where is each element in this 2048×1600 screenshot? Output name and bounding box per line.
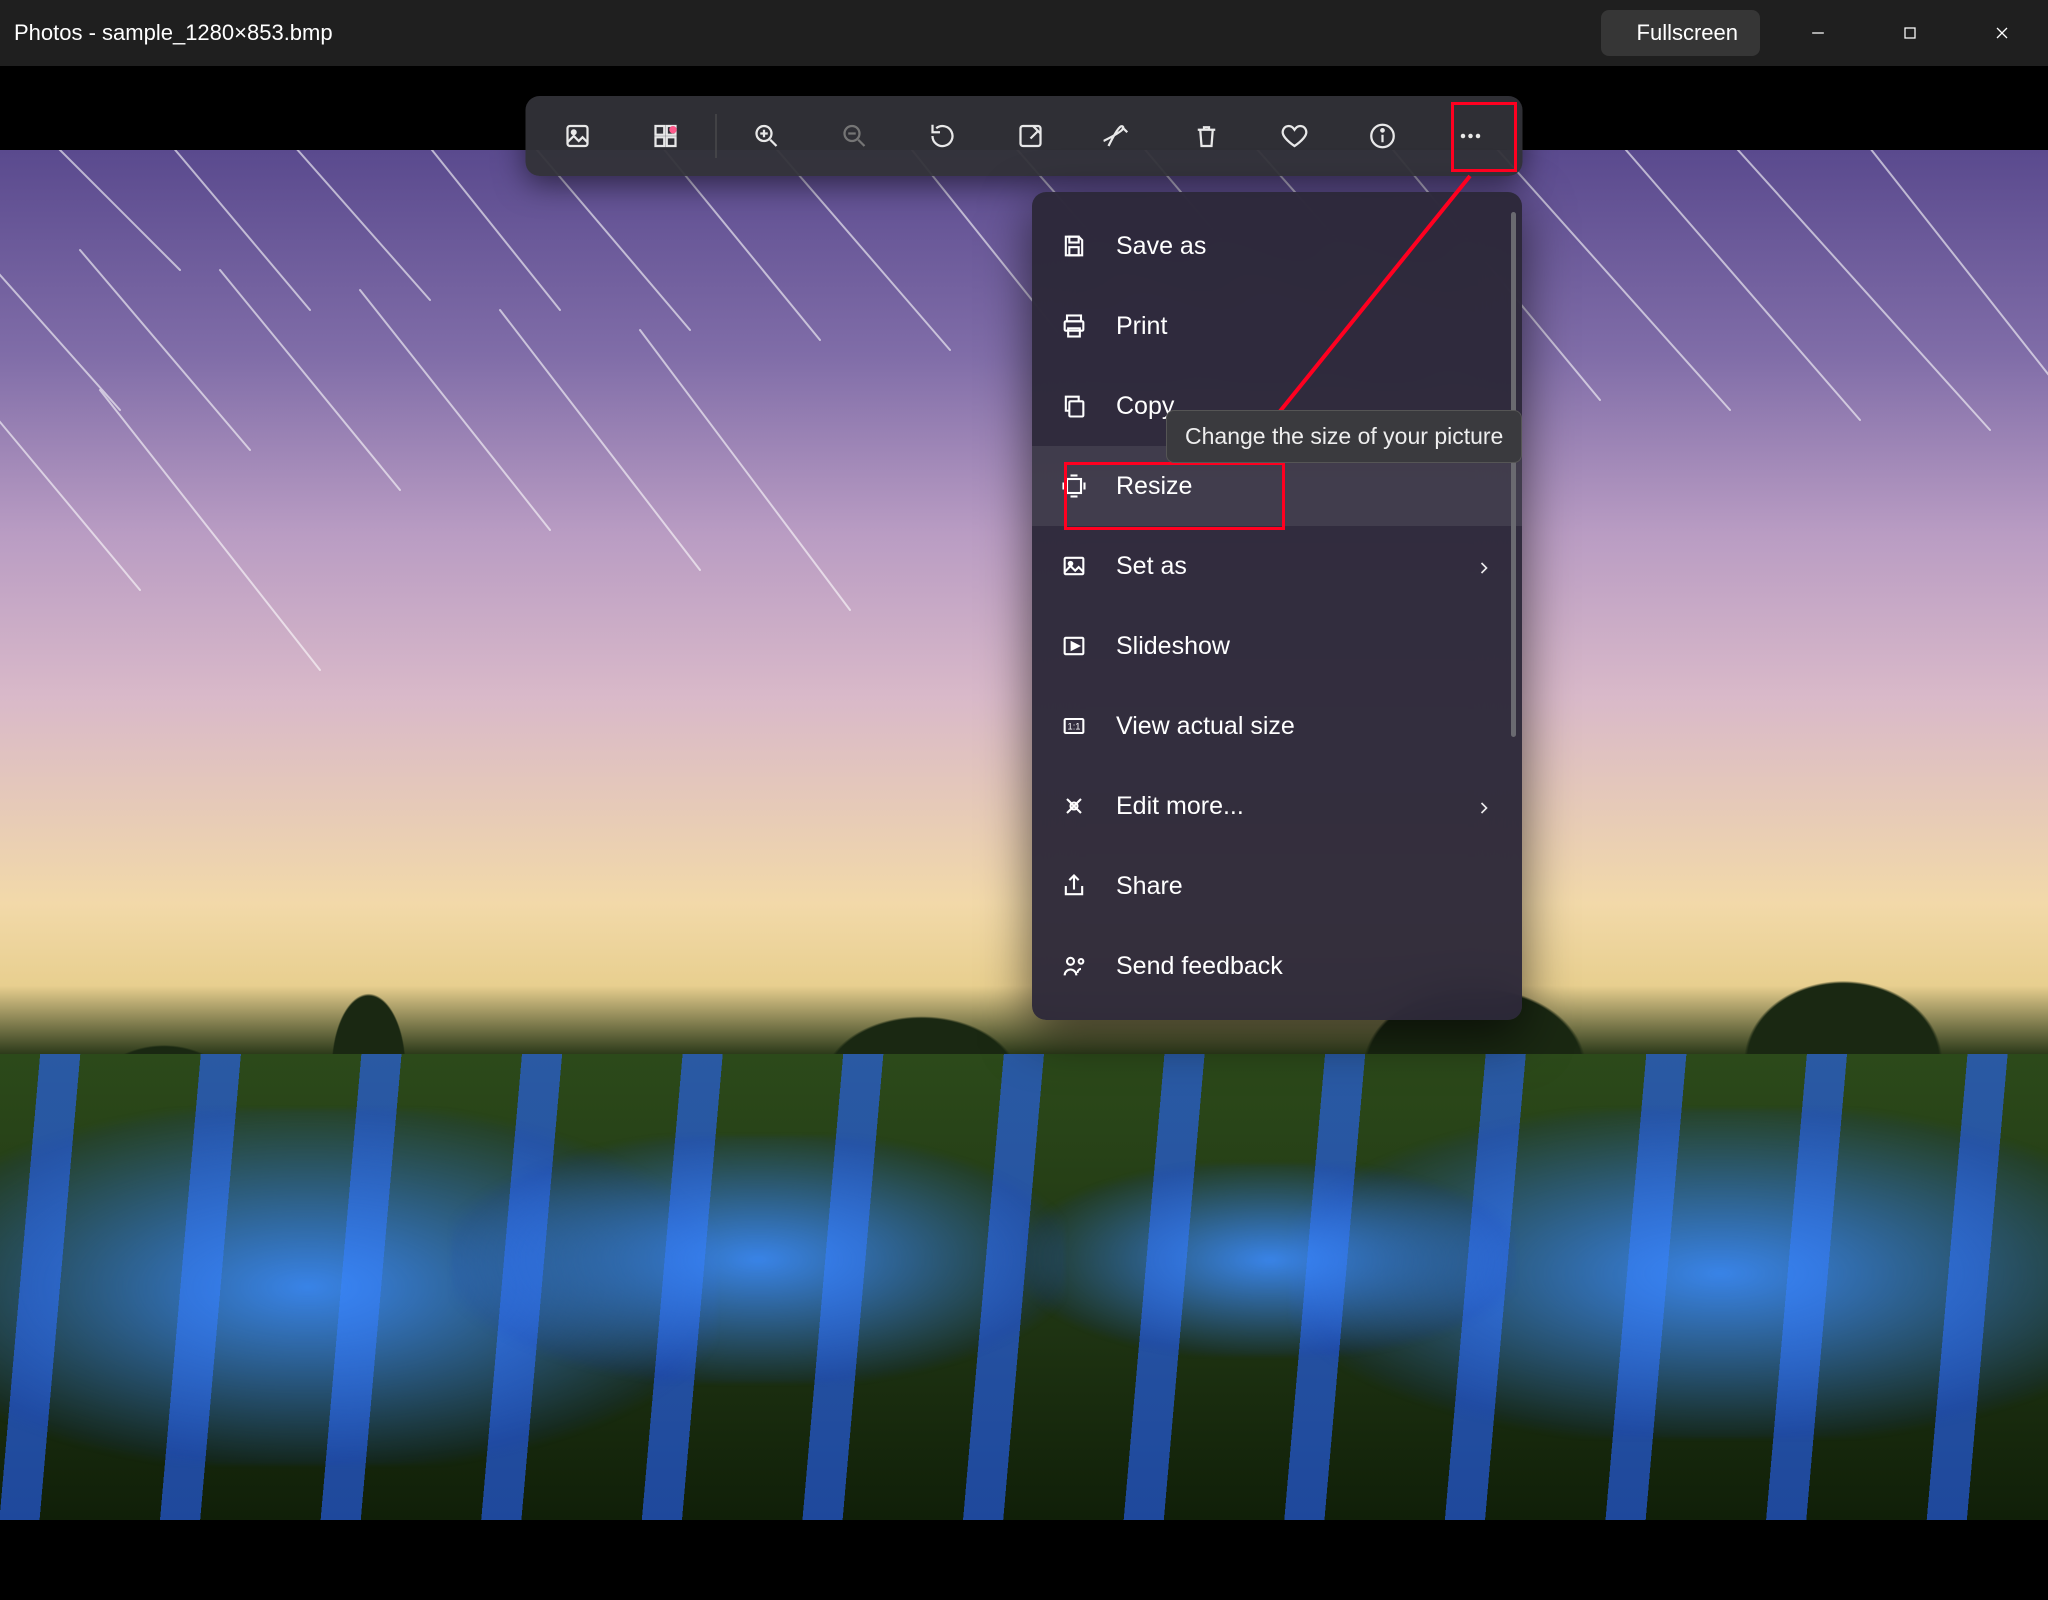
image-canvas[interactable]: [0, 150, 2048, 1520]
close-button[interactable]: [1956, 0, 2048, 66]
toolbar-separator: [716, 114, 717, 158]
window-title: Photos - sample_1280×853.bmp: [0, 20, 333, 46]
menu-label-edit-more: Edit more...: [1116, 792, 1446, 821]
edit-image-button[interactable]: [995, 108, 1067, 164]
copy-icon: [1060, 392, 1088, 420]
menu-label-set-as: Set as: [1116, 552, 1446, 581]
image-view-button[interactable]: [542, 108, 614, 164]
save-icon: [1060, 232, 1088, 260]
menu-label-feedback: Send feedback: [1116, 952, 1494, 981]
fullscreen-label: Fullscreen: [1637, 20, 1738, 46]
menu-label-resize: Resize: [1116, 472, 1494, 501]
menu-item-share[interactable]: Share: [1032, 846, 1522, 926]
feedback-icon: [1060, 952, 1088, 980]
menu-item-feedback[interactable]: Send feedback: [1032, 926, 1522, 1006]
print-icon: [1060, 312, 1088, 340]
more-menu: Save as Print Copy Resize Set as Slidesh…: [1032, 192, 1522, 1020]
info-button[interactable]: [1347, 108, 1419, 164]
tooltip-resize: Change the size of your picture: [1166, 410, 1522, 463]
menu-item-actual-size[interactable]: 1:1 View actual size: [1032, 686, 1522, 766]
edit-more-icon: [1060, 792, 1088, 820]
zoom-in-button[interactable]: [731, 108, 803, 164]
menu-item-save-as[interactable]: Save as: [1032, 206, 1522, 286]
actual-size-icon: 1:1: [1060, 712, 1088, 740]
resize-icon: [1060, 472, 1088, 500]
minimize-button[interactable]: [1772, 0, 1864, 66]
chevron-right-icon: [1474, 556, 1494, 576]
chevron-right-icon: [1474, 796, 1494, 816]
menu-scrollbar[interactable]: [1511, 212, 1516, 737]
view-all-button[interactable]: [630, 108, 702, 164]
fullscreen-button[interactable]: Fullscreen: [1601, 10, 1760, 56]
window-controls: [1772, 0, 2048, 66]
menu-item-print[interactable]: Print: [1032, 286, 1522, 366]
viewport: Save as Print Copy Resize Set as Slidesh…: [0, 66, 2048, 1600]
markup-button[interactable]: [1083, 108, 1155, 164]
share-icon: [1060, 872, 1088, 900]
zoom-out-button[interactable]: [819, 108, 891, 164]
menu-label-print: Print: [1116, 312, 1494, 341]
titlebar: Photos - sample_1280×853.bmp Fullscreen: [0, 0, 2048, 66]
toolbar: [526, 96, 1523, 176]
more-button[interactable]: [1435, 108, 1507, 164]
set-as-icon: [1060, 552, 1088, 580]
menu-item-set-as[interactable]: Set as: [1032, 526, 1522, 606]
menu-label-actual-size: View actual size: [1116, 712, 1494, 741]
maximize-button[interactable]: [1864, 0, 1956, 66]
menu-label-slideshow: Slideshow: [1116, 632, 1494, 661]
menu-label-save-as: Save as: [1116, 232, 1494, 261]
menu-item-slideshow[interactable]: Slideshow: [1032, 606, 1522, 686]
favorite-button[interactable]: [1259, 108, 1331, 164]
svg-text:1:1: 1:1: [1068, 722, 1081, 732]
slideshow-icon: [1060, 632, 1088, 660]
delete-button[interactable]: [1171, 108, 1243, 164]
rotate-button[interactable]: [907, 108, 979, 164]
menu-label-share: Share: [1116, 872, 1494, 901]
menu-item-edit-more[interactable]: Edit more...: [1032, 766, 1522, 846]
